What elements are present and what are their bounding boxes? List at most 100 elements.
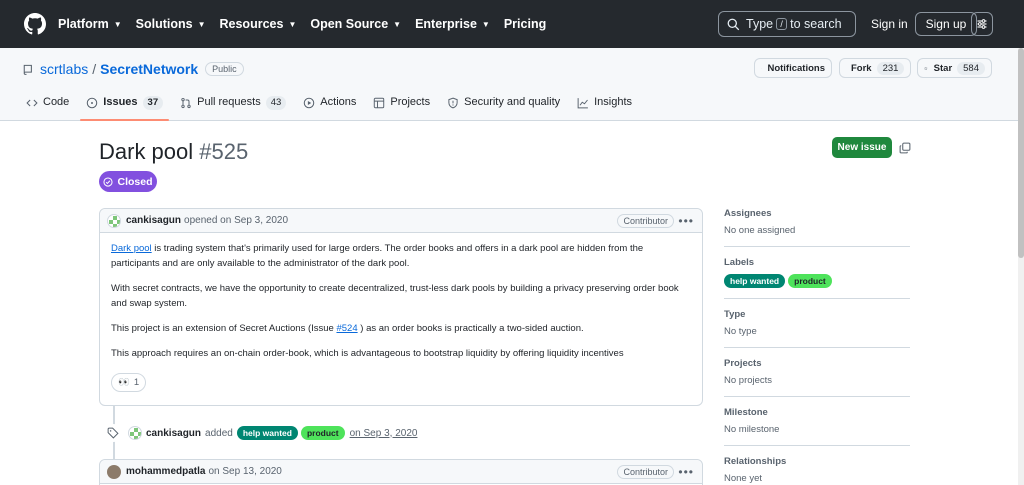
sidebar-title: Projects xyxy=(724,358,762,369)
issue-sidebar: Assignees No one assigned Labels help wa… xyxy=(724,208,910,485)
comment: mohammedpatla on Sep 13, 2020 Contributo… xyxy=(99,459,703,485)
repo-owner-link[interactable]: scrtlabs xyxy=(40,61,88,77)
nav-platform[interactable]: Platform ▼ xyxy=(58,17,122,31)
github-logo-icon[interactable] xyxy=(24,13,46,35)
sign-up-button[interactable]: Sign up xyxy=(915,12,977,36)
event-timestamp[interactable]: on Sep 3, 2020 xyxy=(350,428,418,439)
reaction-eyes-button[interactable]: 👀 1 xyxy=(111,373,147,392)
eyes-icon: 👀 xyxy=(118,377,130,388)
tab-issues[interactable]: Issues 37 xyxy=(80,96,169,121)
avatar[interactable] xyxy=(107,213,121,228)
comment-body: Dark pool is trading system that's prima… xyxy=(100,233,702,402)
nav-open-source[interactable]: Open Source ▼ xyxy=(310,17,401,31)
nav-label: Enterprise xyxy=(415,17,477,31)
sidebar-title: Assignees xyxy=(724,208,772,219)
page-scrollbar[interactable] xyxy=(1018,48,1024,485)
sidebar-title: Type xyxy=(724,309,746,320)
repo-name-link[interactable]: SecretNetwork xyxy=(100,61,198,77)
nav-label: Open Source xyxy=(310,17,389,31)
top-nav: Platform ▼ Solutions ▼ Resources ▼ Open Sou… xyxy=(58,0,560,48)
copy-icon[interactable] xyxy=(899,142,911,154)
tab-count: 37 xyxy=(142,96,164,110)
sidebar-labels: Labels help wanted product xyxy=(724,257,910,299)
label-added-event: cankisagun added help wanted product on … xyxy=(104,424,417,442)
tab-label: Code xyxy=(43,96,70,108)
comment-timestamp[interactable]: Sep 13, 2020 xyxy=(222,466,282,477)
sidebar-milestone: Milestone No milestone xyxy=(724,407,910,446)
dark-pool-link[interactable]: Dark pool xyxy=(111,243,152,254)
repo-breadcrumb: scrtlabs / SecretNetwork Public xyxy=(22,61,244,77)
comment-timestamp[interactable]: Sep 3, 2020 xyxy=(234,215,288,226)
tag-icon xyxy=(104,424,122,442)
tab-code[interactable]: Code xyxy=(26,96,69,121)
nav-label: Pricing xyxy=(503,17,547,31)
sidebar-value: None yet xyxy=(724,473,763,484)
reaction-count: 1 xyxy=(133,377,140,388)
event-author-link[interactable]: cankisagun xyxy=(146,428,201,439)
star-icon xyxy=(924,66,928,70)
issue-state-label: Closed xyxy=(117,175,153,188)
label-help-wanted[interactable]: help wanted xyxy=(236,426,298,440)
kebab-menu-icon[interactable]: ••• xyxy=(678,465,694,479)
sidebar-value: No type xyxy=(724,326,757,337)
chevron-down-icon: ▼ xyxy=(113,19,122,29)
graph-icon xyxy=(577,98,589,109)
avatar[interactable] xyxy=(128,426,142,440)
tab-insights[interactable]: Insights xyxy=(577,96,632,121)
chevron-down-icon: ▼ xyxy=(393,19,402,29)
sidebar-value: No projects xyxy=(724,375,773,386)
avatar[interactable] xyxy=(107,464,121,479)
appearance-menu-button[interactable] xyxy=(971,12,993,36)
search-button[interactable]: Type / to search xyxy=(718,11,856,37)
tab-projects[interactable]: Projects xyxy=(373,96,430,121)
nav-resources[interactable]: Resources ▼ xyxy=(220,17,297,31)
check-circle-icon xyxy=(103,176,114,187)
pull-request-icon xyxy=(181,97,191,109)
sliders-icon xyxy=(977,19,987,29)
tab-count: 43 xyxy=(265,96,287,110)
label-product[interactable]: product xyxy=(300,426,345,440)
paragraph-text: is trading system that's primarily used … xyxy=(111,243,644,269)
star-button[interactable]: Star 584 xyxy=(917,58,992,78)
scrollbar-thumb[interactable] xyxy=(1018,48,1024,258)
sidebar-assignees: Assignees No one assigned xyxy=(724,208,910,247)
issue-state-badge: Closed xyxy=(99,171,157,192)
label-help-wanted[interactable]: help wanted xyxy=(724,274,786,288)
kebab-menu-icon[interactable]: ••• xyxy=(678,214,694,228)
nav-solutions[interactable]: Solutions ▼ xyxy=(136,17,206,31)
notifications-label: Notifications xyxy=(767,62,825,74)
tab-pull-requests[interactable]: Pull requests 43 xyxy=(180,96,287,121)
comment-author-link[interactable]: cankisagun xyxy=(126,215,181,226)
comment-header: mohammedpatla on Sep 13, 2020 Contributo… xyxy=(100,460,702,484)
play-circle-icon xyxy=(304,97,315,109)
search-shortcut-key: / xyxy=(776,18,788,30)
issue-number: #525 xyxy=(199,139,249,164)
issue-524-link[interactable]: #524 xyxy=(336,323,357,334)
fork-button[interactable]: Fork 231 xyxy=(839,58,911,78)
global-header: Platform ▼ Solutions ▼ Resources ▼ Open Sou… xyxy=(0,0,1024,48)
search-icon xyxy=(727,18,740,30)
tab-label: Security and quality xyxy=(464,96,561,108)
contributor-badge: Contributor xyxy=(617,465,674,479)
tab-security[interactable]: Security and quality xyxy=(447,96,560,121)
issue-body-comment: cankisagun opened on Sep 3, 2020 Contrib… xyxy=(99,208,703,406)
comment-paragraph: Dark pool is trading system that's prima… xyxy=(111,241,691,271)
sidebar-value: No one assigned xyxy=(724,225,796,236)
visibility-badge: Public xyxy=(205,62,244,76)
tab-label: Insights xyxy=(594,96,633,108)
fork-label: Fork xyxy=(851,62,872,74)
issue-opened-icon xyxy=(87,97,98,109)
tab-label: Pull requests xyxy=(197,96,261,108)
new-issue-button[interactable]: New issue xyxy=(832,137,892,158)
tab-actions[interactable]: Actions xyxy=(303,96,356,121)
breadcrumb-separator: / xyxy=(92,61,97,77)
tab-label: Issues xyxy=(103,96,138,108)
repo-header: scrtlabs / SecretNetwork Public Notifica… xyxy=(0,48,1024,121)
comment-author-link[interactable]: mohammedpatla xyxy=(126,466,205,477)
notifications-button[interactable]: Notifications xyxy=(754,58,832,78)
nav-pricing[interactable]: Pricing xyxy=(504,17,546,31)
label-product[interactable]: product xyxy=(788,274,832,288)
sign-in-link[interactable]: Sign in xyxy=(871,17,908,31)
nav-enterprise[interactable]: Enterprise ▼ xyxy=(415,17,490,31)
sidebar-relationships: Relationships None yet xyxy=(724,456,910,485)
